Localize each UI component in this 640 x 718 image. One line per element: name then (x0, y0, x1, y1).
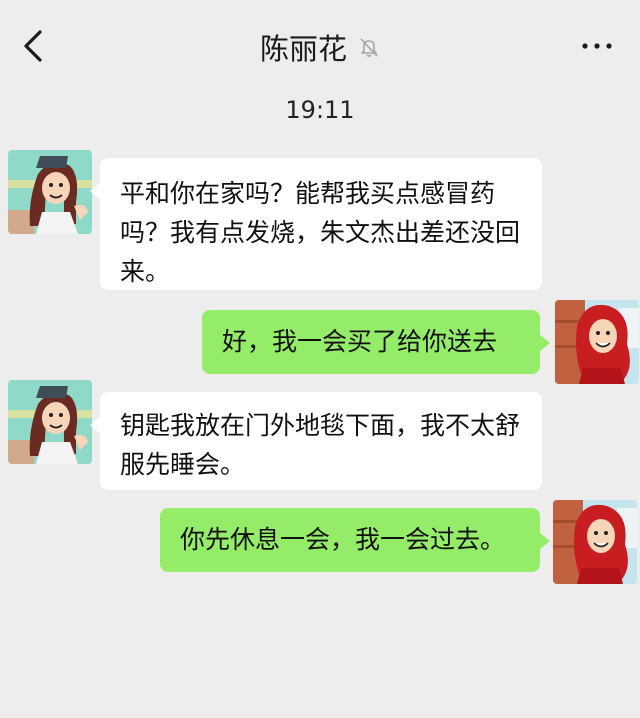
message-bubble-outgoing[interactable]: 你先休息一会，我一会过去。 (160, 508, 550, 572)
ellipsis-icon[interactable] (578, 36, 618, 56)
message-timestamp: 19:11 (285, 96, 355, 124)
avatar-chen-lihua[interactable] (8, 380, 92, 464)
woman-red-hair-avatar-icon (555, 300, 639, 384)
message-bubble-outgoing[interactable]: 好，我一会买了给你送去 (202, 310, 550, 374)
woman-brown-hair-avatar-icon (8, 380, 92, 464)
bell-off-icon (360, 38, 378, 57)
avatar-self[interactable] (555, 300, 639, 384)
woman-brown-hair-avatar-icon (8, 150, 92, 234)
chat-header: 陈丽花 (0, 0, 640, 90)
chat-title: 陈丽花 (259, 32, 347, 66)
avatar-self[interactable] (553, 500, 637, 584)
message-bubble-incoming[interactable]: 平和你在家吗？能帮我买点感冒药吗？我有点发烧，朱文杰出差还没回来。 (90, 158, 542, 290)
woman-red-hair-avatar-icon (553, 500, 637, 584)
avatar-chen-lihua[interactable] (8, 150, 92, 234)
message-bubble-incoming[interactable]: 钥匙我放在门外地毯下面，我不太舒服先睡会。 (90, 392, 542, 490)
title-area: 陈丽花 (0, 26, 640, 66)
